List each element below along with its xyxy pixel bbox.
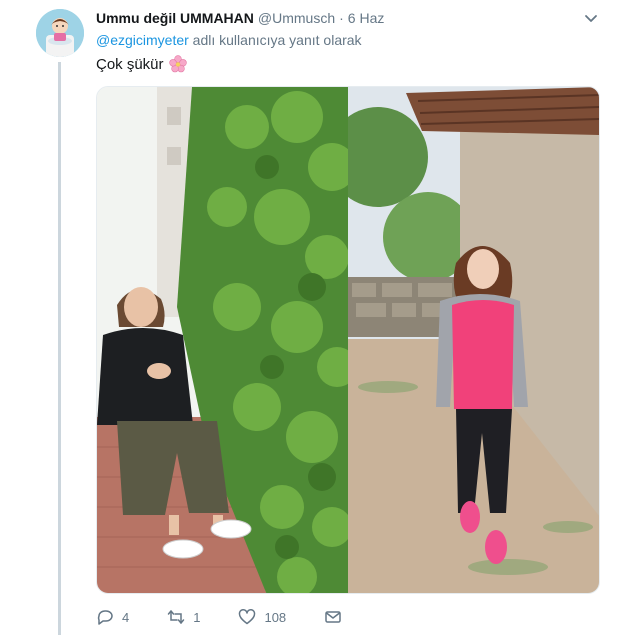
tweet-media[interactable]: [96, 86, 600, 594]
retweet-icon: [167, 610, 185, 624]
envelope-icon: [325, 611, 341, 623]
tweet-body: Çok şükür: [96, 55, 164, 73]
reply-icon: [97, 610, 113, 625]
blossom-emoji-icon: [168, 55, 187, 73]
display-name[interactable]: Ummu değil UMMAHAN: [96, 10, 254, 26]
user-handle[interactable]: @Ummusch: [258, 10, 335, 26]
direct-message-button[interactable]: [324, 608, 350, 626]
retweet-button[interactable]: 1: [167, 608, 200, 626]
chevron-down-icon[interactable]: [583, 10, 599, 26]
reply-button[interactable]: 4: [96, 608, 129, 626]
avatar[interactable]: [36, 9, 84, 57]
tweet-header: Ummu değil UMMAHAN @Ummusch · 6 Haz: [96, 8, 605, 28]
tweet-text: Çok şükür: [96, 55, 187, 73]
reply-count: 4: [122, 609, 130, 625]
tweet-actions: 4 1 108: [96, 604, 388, 630]
photo-after[interactable]: [348, 87, 599, 593]
thread-line: [58, 62, 61, 635]
separator-dot: ·: [339, 10, 344, 26]
retweet-count: 1: [193, 609, 201, 625]
like-button[interactable]: 108: [238, 608, 286, 626]
reply-mention-link[interactable]: @ezgicimyeter: [96, 32, 189, 48]
like-count: 108: [264, 609, 287, 625]
heart-icon: [239, 609, 256, 625]
reply-context-text: adlı kullanıcıya yanıt olarak: [188, 32, 362, 48]
photo-before[interactable]: [97, 87, 348, 593]
reply-context: @ezgicimyeter adlı kullanıcıya yanıt ola…: [96, 32, 362, 48]
tweet-date[interactable]: 6 Haz: [348, 10, 385, 26]
